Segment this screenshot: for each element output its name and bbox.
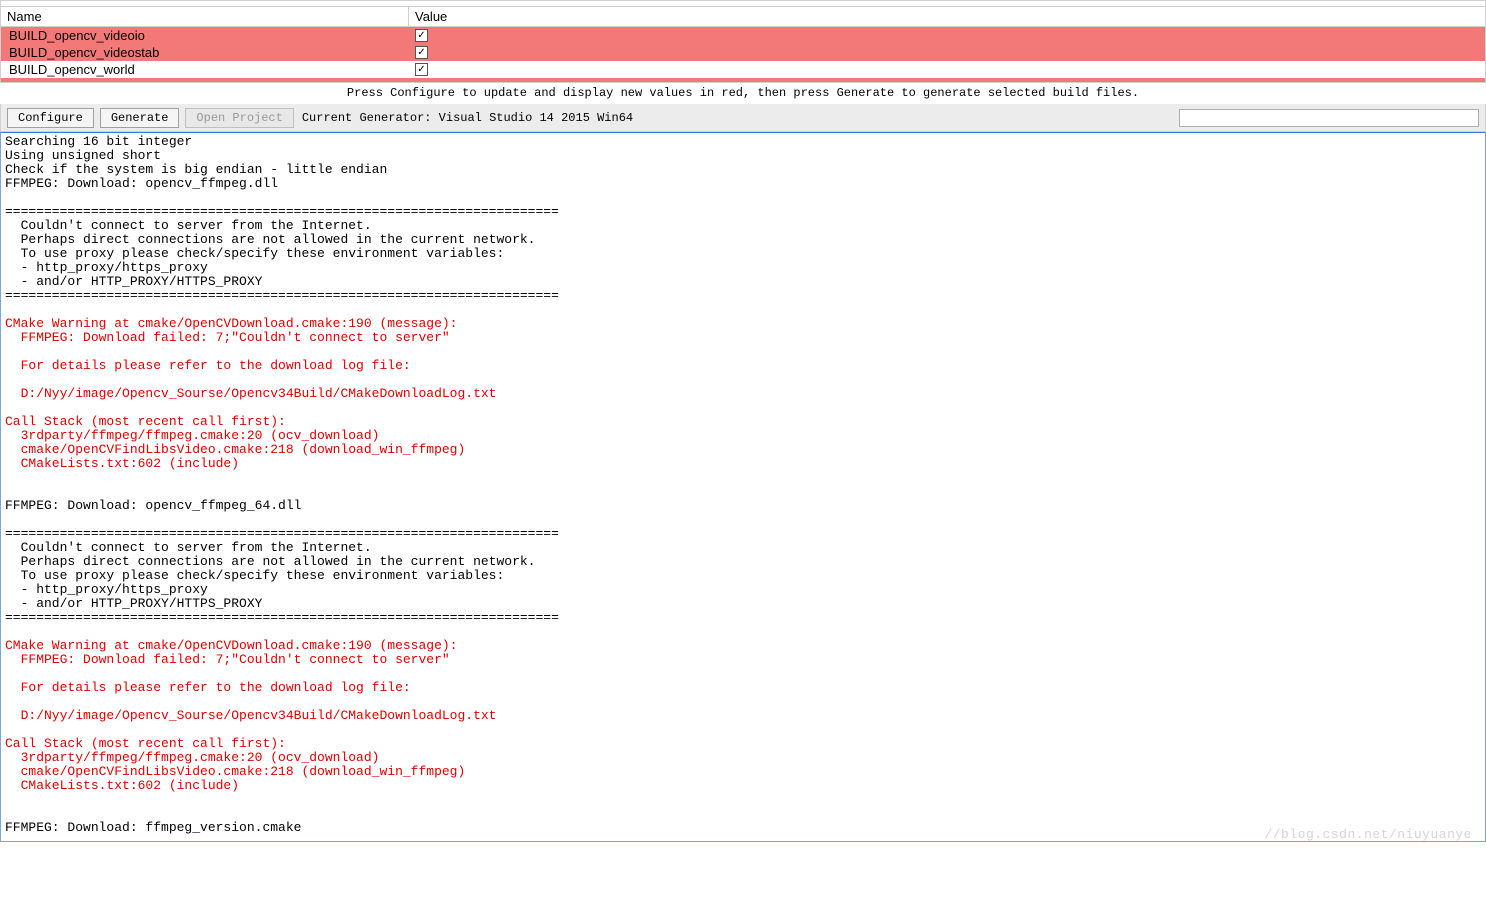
console-line: ========================================… (5, 289, 1481, 303)
console-line: Couldn't connect to server from the Inte… (5, 219, 1481, 233)
console-line (5, 513, 1481, 527)
options-grid: Name Value BUILD_opencv_videoio✓BUILD_op… (0, 0, 1486, 83)
console-line: For details please refer to the download… (5, 681, 1481, 695)
configure-button[interactable]: Configure (7, 108, 94, 128)
generate-button[interactable]: Generate (100, 108, 180, 128)
console-line: CMake Warning at cmake/OpenCVDownload.cm… (5, 317, 1481, 331)
console-line: Check if the system is big endian - litt… (5, 163, 1481, 177)
console-line: Perhaps direct connections are not allow… (5, 555, 1481, 569)
grid-cell-name: BUILD_opencv_videoio (1, 28, 409, 43)
console-line: D:/Nyy/image/Opencv_Sourse/Opencv34Build… (5, 709, 1481, 723)
console-line (5, 485, 1481, 499)
grid-row[interactable]: BUILD_opencv_videoio ✓ (1, 27, 1485, 44)
console-line: FFMPEG: Download failed: 7;"Couldn't con… (5, 331, 1481, 345)
console-line (5, 373, 1481, 387)
console-line (5, 793, 1481, 807)
console-line (5, 667, 1481, 681)
checkbox-icon[interactable]: ✓ (415, 29, 428, 42)
console-line: - and/or HTTP_PROXY/HTTPS_PROXY (5, 275, 1481, 289)
console-line: To use proxy please check/specify these … (5, 247, 1481, 261)
grid-row[interactable]: BUILD_opencv_world ✓ (1, 61, 1485, 78)
grid-header: Name Value (1, 7, 1485, 27)
output-console[interactable]: Searching 16 bit integerUsing unsigned s… (0, 132, 1486, 842)
checkbox-icon[interactable]: ✓ (415, 46, 428, 59)
grid-cell-value[interactable]: ✓ (409, 29, 1485, 42)
grid-cell-value[interactable]: ✓ (409, 46, 1485, 59)
grid-header-value[interactable]: Value (409, 7, 1485, 26)
console-line: Call Stack (most recent call first): (5, 737, 1481, 751)
console-line (5, 401, 1481, 415)
console-line: Call Stack (most recent call first): (5, 415, 1481, 429)
console-line: D:/Nyy/image/Opencv_Sourse/Opencv34Build… (5, 387, 1481, 401)
console-line (5, 695, 1481, 709)
console-line (5, 807, 1481, 821)
console-line (5, 303, 1481, 317)
grid-cell-name: BUILD_opencv_world (1, 62, 409, 77)
grid-cell-name: BUILD_opencv_videostab (1, 45, 409, 60)
console-line: FFMPEG: Download failed: 7;"Couldn't con… (5, 653, 1481, 667)
console-line: cmake/OpenCVFindLibsVideo.cmake:218 (dow… (5, 443, 1481, 457)
console-line: Using unsigned short (5, 149, 1481, 163)
console-line: - http_proxy/https_proxy (5, 261, 1481, 275)
console-line (5, 625, 1481, 639)
console-line: FFMPEG: Download: opencv_ffmpeg_64.dll (5, 499, 1481, 513)
console-line: FFMPEG: Download: opencv_ffmpeg.dll (5, 177, 1481, 191)
grid-cell-value[interactable]: ✓ (409, 63, 1485, 76)
search-input[interactable] (1179, 109, 1479, 127)
checkbox-icon[interactable]: ✓ (415, 63, 428, 76)
console-line (5, 723, 1481, 737)
console-line: Perhaps direct connections are not allow… (5, 233, 1481, 247)
grid-row[interactable]: BUILD_opencv_videostab ✓ (1, 44, 1485, 61)
console-line: - http_proxy/https_proxy (5, 583, 1481, 597)
open-project-button: Open Project (185, 108, 293, 128)
console-line (5, 345, 1481, 359)
console-line: FFMPEG: Download: ffmpeg_version.cmake (5, 821, 1481, 835)
console-line: Couldn't connect to server from the Inte… (5, 541, 1481, 555)
console-line (5, 471, 1481, 485)
grid-row-cutoff: ~ (1, 78, 1485, 82)
grid-header-name[interactable]: Name (1, 7, 409, 26)
console-line: 3rdparty/ffmpeg/ffmpeg.cmake:20 (ocv_dow… (5, 429, 1481, 443)
current-generator-label: Current Generator: Visual Studio 14 2015… (302, 111, 633, 125)
console-line: cmake/OpenCVFindLibsVideo.cmake:218 (dow… (5, 765, 1481, 779)
console-line: For details please refer to the download… (5, 359, 1481, 373)
console-line: ========================================… (5, 611, 1481, 625)
console-line: CMakeLists.txt:602 (include) (5, 457, 1481, 471)
console-line: CMake Warning at cmake/OpenCVDownload.cm… (5, 639, 1481, 653)
console-line: Searching 16 bit integer (5, 135, 1481, 149)
hint-text: Press Configure to update and display ne… (0, 83, 1486, 104)
console-line: ========================================… (5, 527, 1481, 541)
console-line: - and/or HTTP_PROXY/HTTPS_PROXY (5, 597, 1481, 611)
console-line: To use proxy please check/specify these … (5, 569, 1481, 583)
console-line: CMakeLists.txt:602 (include) (5, 779, 1481, 793)
console-line: 3rdparty/ffmpeg/ffmpeg.cmake:20 (ocv_dow… (5, 751, 1481, 765)
console-line: ========================================… (5, 205, 1481, 219)
console-line (5, 191, 1481, 205)
toolbar: Configure Generate Open Project Current … (0, 104, 1486, 132)
